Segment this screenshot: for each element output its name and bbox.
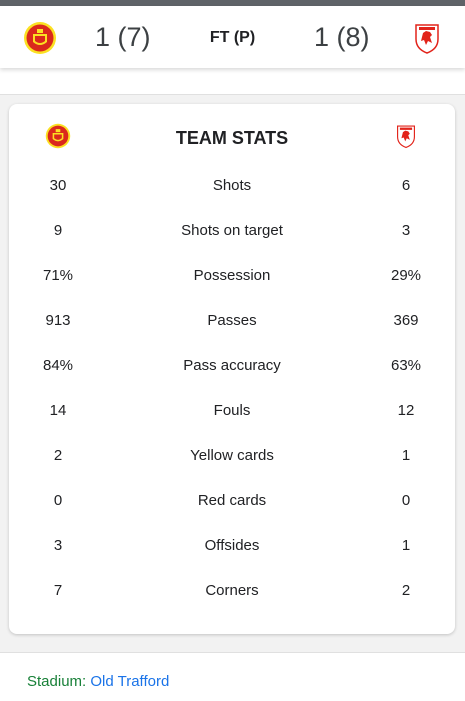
- stat-label: Corners: [205, 582, 259, 599]
- away-stat-value: 0: [401, 492, 411, 509]
- away-stat-value: 3: [401, 222, 411, 239]
- home-stat-value: 7: [53, 582, 63, 599]
- stat-label: Red cards: [197, 492, 267, 509]
- stat-row-shots: 30 Shots 6: [9, 163, 455, 208]
- home-stat-value: 14: [49, 402, 67, 419]
- stat-row-red-cards: 0 Red cards 0: [9, 478, 455, 523]
- stat-label: Shots on target: [181, 222, 283, 239]
- home-stat-value: 0: [53, 492, 63, 509]
- stat-row-offsides: 3 Offsides 1: [9, 523, 455, 568]
- away-stat-value: 63%: [390, 357, 422, 374]
- stat-label: Pass accuracy: [183, 357, 281, 374]
- stat-row-yellow-cards: 2 Yellow cards 1: [9, 433, 455, 478]
- stat-label: Fouls: [213, 402, 251, 419]
- home-stat-value: 2: [53, 447, 63, 464]
- away-stat-value: 2: [401, 582, 411, 599]
- away-stat-value: 12: [397, 402, 415, 419]
- home-stat-value: 913: [45, 312, 71, 329]
- stat-label: Shots: [212, 177, 252, 194]
- stat-label: Yellow cards: [190, 447, 274, 464]
- stat-label: Possession: [193, 267, 271, 284]
- stat-label: Offsides: [204, 537, 260, 554]
- stat-label: Passes: [207, 312, 257, 329]
- home-stat-value: 84%: [42, 357, 74, 374]
- stat-row-fouls: 14 Fouls 12: [9, 388, 455, 433]
- stat-row-pass-accuracy: 84% Pass accuracy 63%: [9, 343, 455, 388]
- home-stat-value: 71%: [42, 267, 74, 284]
- away-stat-value: 1: [401, 447, 411, 464]
- team-stats-card: TEAM STATS 30 Shots 6 9 Shots on target …: [9, 104, 455, 634]
- away-score: 1 (8): [314, 22, 370, 52]
- away-stat-value: 6: [401, 177, 411, 194]
- stadium-line: Stadium: Old Trafford: [27, 673, 169, 690]
- middlesbrough-crest-icon[interactable]: [410, 21, 444, 55]
- away-stat-value: 29%: [390, 267, 422, 284]
- card-title: TEAM STATS: [175, 128, 289, 148]
- stat-row-passes: 913 Passes 369: [9, 298, 455, 343]
- match-header: 1 (7) FT (P) 1 (8): [0, 6, 465, 68]
- away-stat-value: 1: [401, 537, 411, 554]
- away-stat-value: 369: [393, 312, 419, 329]
- home-stat-value: 30: [49, 177, 67, 194]
- home-stat-value: 3: [53, 537, 63, 554]
- match-info-footer: Stadium: Old Trafford: [0, 652, 465, 701]
- stat-row-shots-on-target: 9 Shots on target 3: [9, 208, 455, 253]
- middlesbrough-crest-icon: [397, 125, 415, 149]
- stadium-link[interactable]: Old Trafford: [90, 673, 169, 690]
- stadium-label: Stadium:: [27, 673, 91, 690]
- match-status: FT (P): [209, 29, 256, 46]
- stat-row-corners: 7 Corners 2: [9, 568, 455, 613]
- stat-row-possession: 71% Possession 29%: [9, 253, 455, 298]
- home-stat-value: 9: [53, 222, 63, 239]
